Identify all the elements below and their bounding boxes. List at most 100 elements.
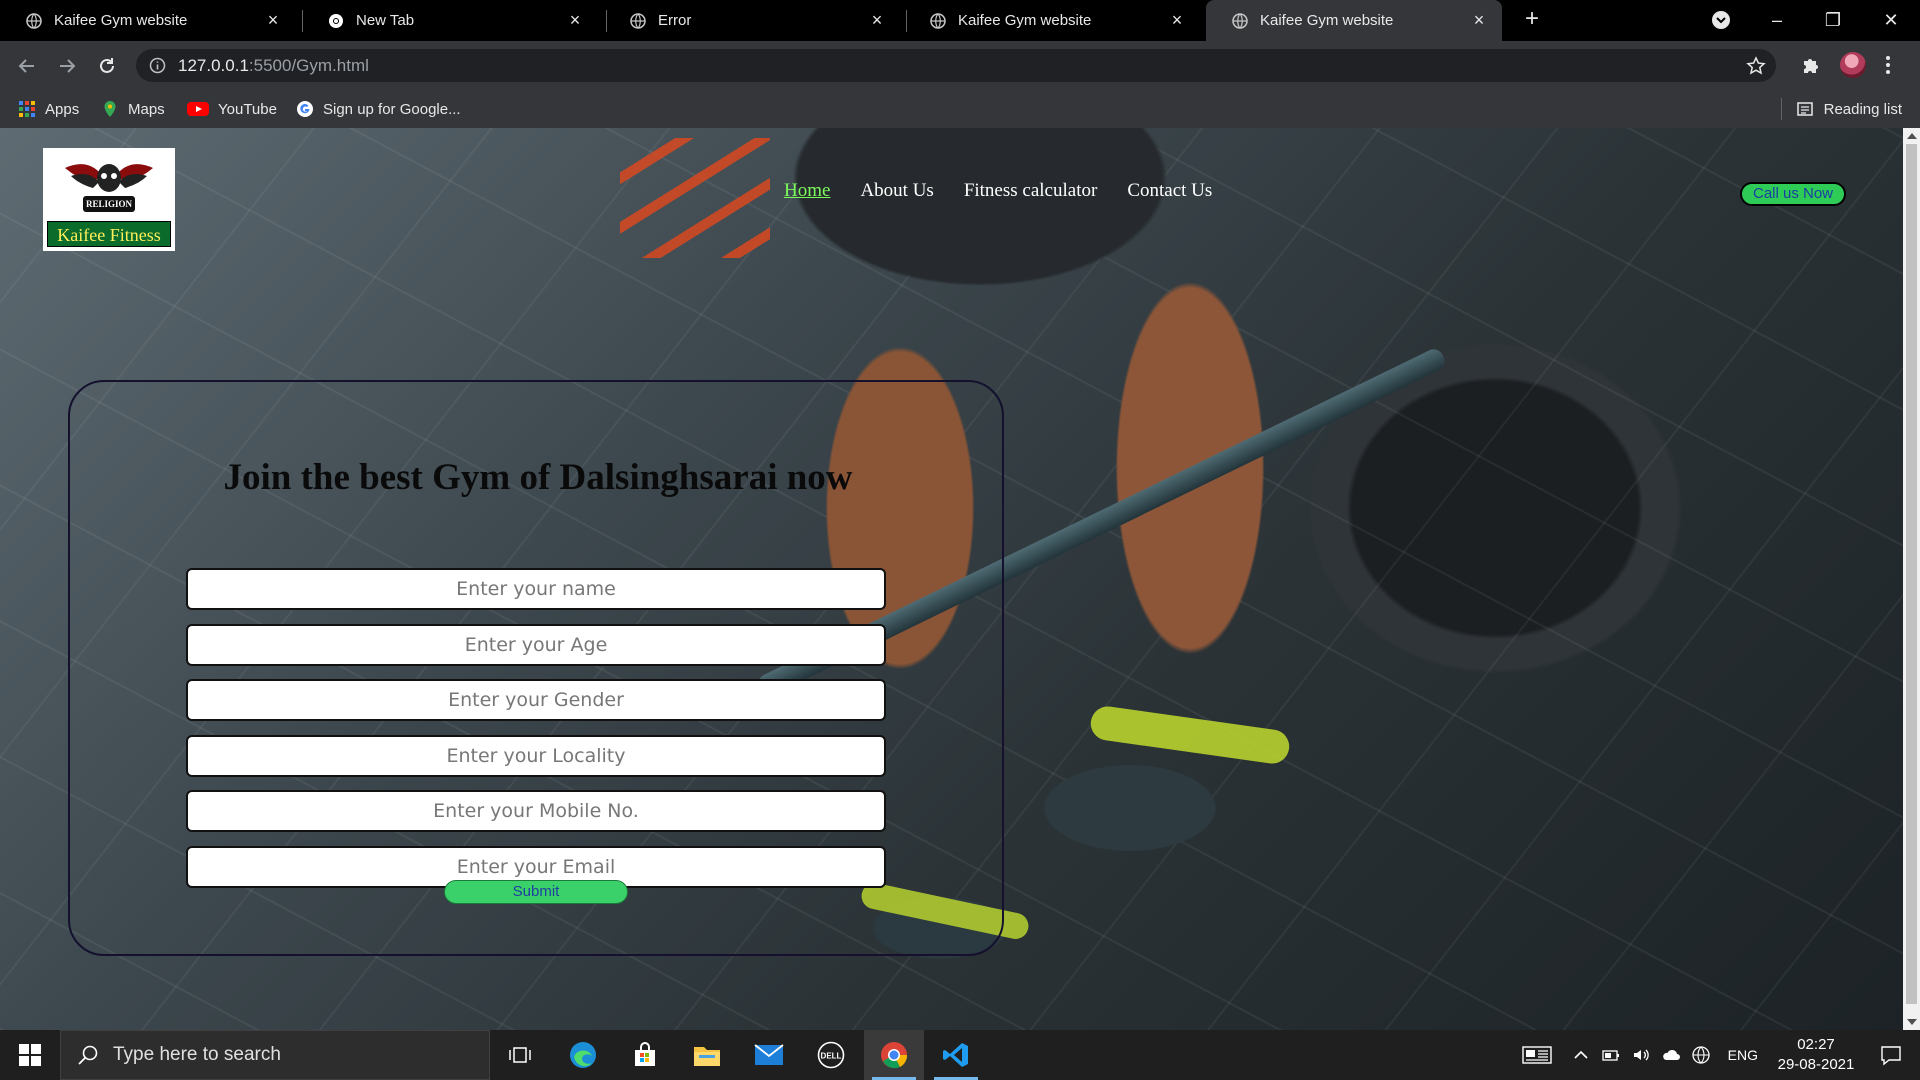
apps-grid-icon	[19, 101, 35, 117]
bookmarks-bar: Apps Maps YouTube Sign up for Google... …	[0, 90, 1920, 128]
join-form-card: Join the best Gym of Dalsinghsarai now S…	[68, 380, 1004, 956]
back-icon[interactable]	[12, 51, 42, 81]
search-placeholder: Type here to search	[113, 1044, 281, 1065]
onedrive-cloud-icon[interactable]	[1661, 1045, 1681, 1065]
close-icon[interactable]: ×	[566, 10, 584, 30]
file-explorer-icon[interactable]	[677, 1030, 737, 1080]
new-tab-plus-icon[interactable]: +	[1520, 7, 1544, 32]
nav-home[interactable]: Home	[784, 180, 830, 202]
tab-error[interactable]: Error ×	[604, 0, 900, 41]
vscode-icon[interactable]	[926, 1030, 986, 1080]
tab-title: Error	[658, 12, 692, 29]
chrome-icon	[329, 13, 343, 28]
nav-about-us[interactable]: About Us	[860, 180, 933, 202]
tab-search-icon[interactable]	[1711, 10, 1731, 30]
store-icon[interactable]	[615, 1030, 675, 1080]
svg-text:RELIGION: RELIGION	[86, 199, 133, 209]
close-icon[interactable]: ×	[1470, 10, 1488, 30]
tab-kaifee-gym-2[interactable]: Kaifee Gym website ×	[904, 0, 1200, 41]
globe-icon	[1232, 12, 1248, 29]
chevron-up-icon[interactable]	[1571, 1045, 1591, 1065]
name-field[interactable]	[186, 568, 886, 610]
tab-new-tab[interactable]: New Tab ×	[302, 0, 598, 41]
bookmark-label: YouTube	[218, 100, 277, 118]
scroll-down-arrow-icon[interactable]	[1907, 1019, 1917, 1025]
scrollbar-thumb[interactable]	[1906, 144, 1917, 1004]
tab-kaifee-gym-1[interactable]: Kaifee Gym website ×	[0, 0, 296, 41]
site-navigation: Home About Us Fitness calculator Contact…	[784, 180, 1212, 202]
task-view-icon[interactable]	[490, 1030, 550, 1080]
emblem-text: RELIGION	[86, 199, 133, 209]
reload-icon[interactable]	[92, 51, 122, 81]
age-field[interactable]	[186, 624, 886, 666]
tab-title: Kaifee Gym website	[1260, 12, 1394, 29]
profile-avatar[interactable]	[1840, 52, 1866, 78]
reading-list-icon	[1796, 102, 1813, 116]
notifications-icon[interactable]	[1880, 1044, 1902, 1066]
nav-contact-us[interactable]: Contact Us	[1127, 180, 1212, 202]
dell-icon[interactable]: DELL	[801, 1030, 861, 1080]
bookmark-youtube[interactable]: YouTube	[187, 90, 277, 128]
bookmark-maps[interactable]: Maps	[101, 90, 165, 128]
bookmark-label: Sign up for Google...	[323, 100, 461, 118]
restore-icon[interactable]: ❐	[1818, 6, 1848, 34]
reading-list-label: Reading list	[1823, 100, 1902, 118]
clock-time: 02:27	[1797, 1036, 1835, 1053]
news-widget-icon[interactable]	[1521, 1045, 1552, 1065]
reading-list-button[interactable]: Reading list	[1780, 90, 1902, 128]
info-icon[interactable]	[149, 57, 166, 74]
url-text[interactable]: 127.0.0.1:5500/Gym.html	[178, 56, 369, 76]
scroll-up-arrow-icon[interactable]	[1907, 133, 1917, 139]
windows-start-icon[interactable]	[0, 1030, 60, 1080]
google-icon	[297, 101, 313, 117]
taskbar-search-box[interactable]: Type here to search	[60, 1030, 490, 1080]
tab-title: Kaifee Gym website	[958, 12, 1092, 29]
globe-icon	[26, 12, 42, 29]
forward-icon[interactable]	[52, 51, 82, 81]
form-heading: Join the best Gym of Dalsinghsarai now	[223, 457, 853, 498]
page-viewport: RELIGION Kaifee Fitness Home About Us Fi…	[0, 128, 1920, 1030]
mobile-field[interactable]	[186, 790, 886, 832]
tab-title: Kaifee Gym website	[54, 12, 188, 29]
chrome-icon[interactable]	[864, 1030, 924, 1080]
kebab-menu-icon[interactable]	[1885, 54, 1891, 76]
minimize-icon[interactable]: –	[1762, 6, 1792, 34]
gender-field[interactable]	[186, 679, 886, 721]
browser-toolbar: 127.0.0.1:5500/Gym.html	[0, 41, 1920, 90]
close-icon[interactable]: ×	[264, 10, 282, 30]
edge-icon[interactable]	[553, 1030, 613, 1080]
clock[interactable]: 02:27 29-08-2021	[1770, 1035, 1862, 1075]
page-scrollbar[interactable]	[1903, 128, 1920, 1030]
bookmark-apps[interactable]: Apps	[18, 90, 79, 128]
close-icon[interactable]: ×	[868, 10, 886, 30]
volume-icon[interactable]	[1631, 1045, 1651, 1065]
bookmark-label: Apps	[45, 100, 80, 118]
maps-pin-icon	[104, 101, 116, 117]
windows-taskbar: Type here to search DELL ENG 02:27 29-08…	[0, 1030, 1920, 1080]
tab-kaifee-gym-active[interactable]: Kaifee Gym website ×	[1206, 0, 1502, 41]
call-us-now-button[interactable]: Call us Now	[1740, 182, 1846, 206]
system-tray: ENG 02:27 29-08-2021	[1517, 1030, 1920, 1080]
bookmark-star-icon[interactable]	[1746, 56, 1766, 76]
logo-caption: Kaifee Fitness	[47, 221, 171, 247]
language-indicator[interactable]: ENG	[1728, 1047, 1758, 1063]
nav-fitness-calculator[interactable]: Fitness calculator	[964, 180, 1098, 202]
window-close-icon[interactable]: ✕	[1876, 6, 1906, 34]
battery-icon[interactable]	[1601, 1045, 1621, 1065]
svg-text:DELL: DELL	[821, 1052, 842, 1061]
tab-title: New Tab	[356, 12, 415, 29]
network-globe-icon[interactable]	[1691, 1045, 1711, 1065]
submit-button[interactable]: Submit	[444, 880, 628, 904]
address-bar[interactable]: 127.0.0.1:5500/Gym.html	[136, 49, 1776, 82]
site-logo[interactable]: RELIGION Kaifee Fitness	[43, 148, 175, 251]
close-icon[interactable]: ×	[1168, 10, 1186, 30]
divider	[1780, 98, 1782, 120]
search-icon	[78, 1045, 98, 1065]
locality-field[interactable]	[186, 735, 886, 777]
mail-icon[interactable]	[739, 1030, 799, 1080]
bookmark-google-signup[interactable]: Sign up for Google...	[296, 90, 461, 128]
clock-date: 29-08-2021	[1777, 1056, 1855, 1073]
bookmark-label: Maps	[128, 100, 165, 118]
extensions-puzzle-icon[interactable]	[1800, 54, 1822, 76]
tab-bar: Kaifee Gym website × New Tab × Error × K…	[0, 0, 1920, 41]
